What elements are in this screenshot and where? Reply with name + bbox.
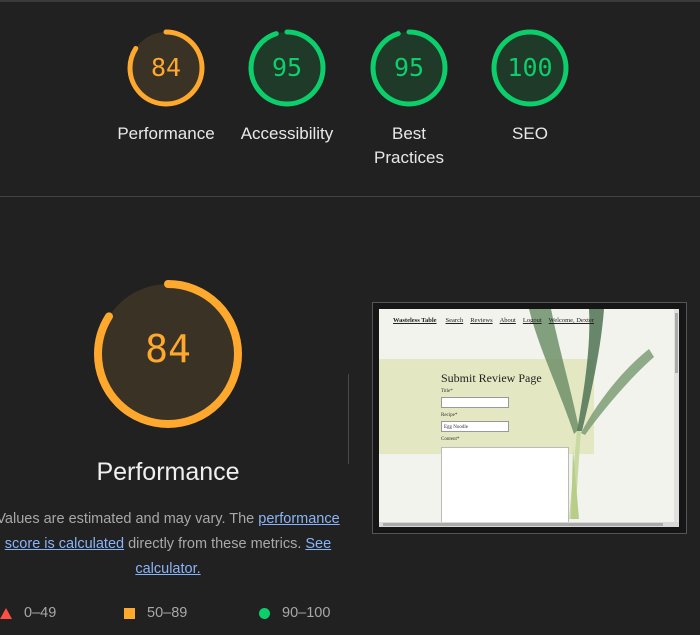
screenshot-vertical-scrollbar [674, 309, 679, 527]
screenshot-page-title: Submit Review Page [441, 371, 542, 385]
screenshot-title-label: Title* [441, 389, 453, 394]
screenshot-recipe-label: Recipe* [441, 413, 458, 418]
gauge-seo-label: SEO [512, 124, 548, 143]
square-icon [124, 607, 135, 619]
screenshot-horizontal-scrollbar [379, 522, 679, 527]
screenshot-recipe-field: Egg Noodle [441, 421, 509, 432]
category-scores: 84 Performance 95 Accessibility 95 Best … [0, 0, 700, 196]
legend-fail: 0–49 [0, 602, 56, 624]
performance-title: Performance [96, 458, 240, 486]
gauge-best-practices-score: 95 [393, 53, 425, 82]
screenshot-content-area [441, 447, 569, 527]
gauge-seo-score: 100 [507, 53, 553, 82]
gauge-best-practices[interactable]: 95 Best Practices [354, 28, 464, 170]
screenshot-content-label: Content* [441, 437, 460, 442]
gauge-best-practices-label: Best Practices [374, 124, 444, 167]
screenshot-nav-search: Search [445, 317, 464, 324]
legend-average-range: 50–89 [147, 605, 188, 621]
gauge-accessibility-label: Accessibility [240, 124, 334, 143]
gauge-performance-score: 84 [150, 53, 182, 82]
screenshot-nav: Wasteless Table Search Reviews About Logout W… [393, 317, 601, 324]
screenshot-nav-logout: Logout [522, 317, 542, 324]
triangle-icon [0, 607, 12, 619]
screenshot-nav-about: About [499, 317, 516, 324]
gauge-performance-label: Performance [117, 124, 215, 143]
legend-fail-range: 0–49 [24, 605, 57, 621]
gauge-performance[interactable]: 84 Performance [111, 28, 221, 146]
screenshot-nav-reviews: Reviews [470, 317, 493, 324]
section-divider [0, 196, 700, 197]
desc-text-2: directly from these metrics. [124, 536, 306, 552]
vertical-separator [348, 374, 349, 464]
screenshot-image: Wasteless Table Search Reviews About Logout W… [379, 309, 679, 527]
circle-icon [259, 607, 270, 619]
screenshot-nav-welcome: Welcome, Dexter [548, 317, 594, 324]
desc-text-1: Values are estimated and may vary. The [0, 511, 259, 527]
legend-pass: 90–100 [259, 602, 330, 624]
gauge-seo[interactable]: 100 SEO [475, 28, 585, 146]
gauge-accessibility[interactable]: 95 Accessibility [232, 28, 342, 146]
screenshot-brand: Wasteless Table [393, 317, 437, 324]
gauge-accessibility-score: 95 [271, 53, 303, 82]
performance-description: Values are estimated and may vary. The p… [0, 507, 344, 582]
final-screenshot[interactable]: Wasteless Table Search Reviews About Logout W… [372, 302, 687, 534]
legend-average: 50–89 [124, 602, 187, 624]
performance-score-large: 84 [145, 327, 191, 371]
screenshot-title-field [441, 397, 509, 408]
legend-pass-range: 90–100 [282, 605, 331, 621]
